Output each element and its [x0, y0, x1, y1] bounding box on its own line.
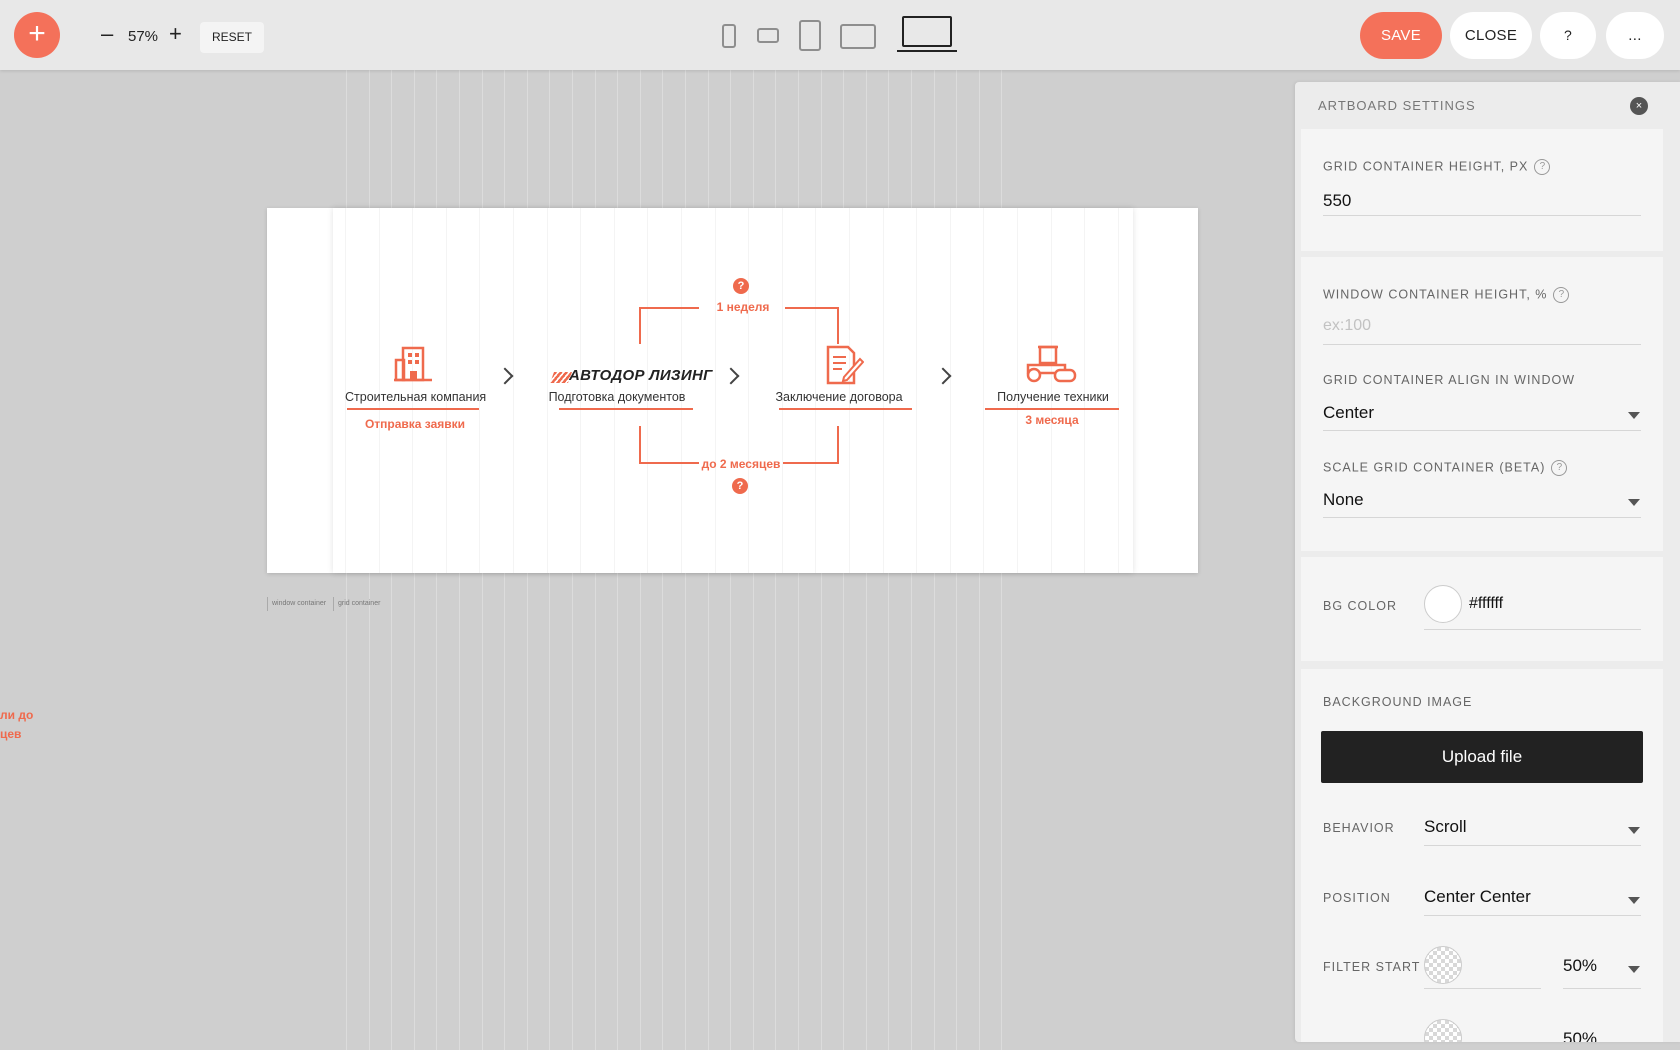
help-button[interactable]: ?	[1540, 12, 1596, 59]
grid-container-label: grid container	[333, 597, 380, 611]
chevron-right-icon	[496, 367, 514, 385]
offscreen-text: ли до	[0, 708, 34, 722]
panel-title: ARTBOARD SETTINGS	[1318, 98, 1476, 113]
step-underline	[347, 408, 479, 410]
duration-bracket-top	[639, 307, 699, 344]
filter-end-opacity-select[interactable]: 50%	[1563, 1029, 1597, 1042]
help-icon[interactable]: ?	[1553, 287, 1570, 303]
save-button[interactable]: SAVE	[1360, 12, 1442, 59]
align-label: GRID CONTAINER ALIGN IN WINDOW	[1323, 373, 1575, 387]
step-underline	[779, 408, 912, 410]
caret-down-icon[interactable]	[1628, 897, 1640, 904]
roller-truck-icon	[1025, 343, 1077, 388]
chevron-right-icon	[722, 367, 740, 385]
position-select[interactable]: Center Center	[1424, 887, 1531, 907]
filter-start-label: FILTER START	[1323, 960, 1421, 974]
input-underline	[1323, 215, 1641, 216]
help-icon[interactable]: ?	[1534, 159, 1551, 175]
bg-image-card: BACKGROUND IMAGE Upload file BEHAVIOR Sc…	[1301, 669, 1663, 1042]
grid-column-guide	[983, 208, 985, 573]
bg-color-card: BG COLOR #ffffff	[1301, 557, 1663, 661]
offscreen-text: цев	[0, 727, 22, 741]
step-underline	[985, 408, 1119, 410]
input-underline	[1323, 517, 1641, 518]
brand-logo-text: АВТОДОР ЛИЗИНГ	[569, 367, 713, 384]
window-container-label: window container	[267, 597, 326, 611]
caret-down-icon[interactable]	[1628, 827, 1640, 834]
step-label: Строительная компания	[345, 390, 487, 404]
behavior-select[interactable]: Scroll	[1424, 817, 1467, 837]
scale-label: SCALE GRID CONTAINER (BETA)?	[1323, 460, 1568, 476]
step-sub-label: Отправка заявки	[364, 417, 466, 431]
window-height-input[interactable]	[1323, 317, 1623, 335]
input-underline	[1424, 629, 1641, 630]
bg-color-label: BG COLOR	[1323, 599, 1397, 613]
input-underline	[1563, 988, 1641, 989]
step-label: Получение техники	[997, 390, 1109, 404]
step-underline	[559, 408, 693, 410]
help-icon[interactable]: ?	[1551, 460, 1568, 476]
step-label: Подготовка документов	[548, 390, 686, 404]
document-icon	[824, 345, 865, 390]
filter-end-color-swatch[interactable]	[1424, 1019, 1462, 1042]
phone-portrait-icon[interactable]	[722, 24, 736, 48]
artboard-settings-panel: ARTBOARD SETTINGS × GRID CONTAINER HEIGH…	[1295, 82, 1680, 1042]
input-underline	[1424, 845, 1641, 846]
input-underline	[1424, 988, 1541, 989]
filter-start-color-swatch[interactable]	[1424, 946, 1462, 984]
behavior-label: BEHAVIOR	[1323, 821, 1395, 835]
grid-column-guide	[1117, 208, 1119, 573]
close-button[interactable]: CLOSE	[1450, 12, 1532, 59]
align-select[interactable]: Center	[1323, 403, 1374, 423]
scale-select[interactable]: None	[1323, 490, 1364, 510]
position-label: POSITION	[1323, 891, 1391, 905]
tablet-portrait-icon[interactable]	[799, 20, 821, 51]
help-marker-icon[interactable]: ?	[732, 478, 748, 494]
bg-image-label: BACKGROUND IMAGE	[1323, 695, 1473, 709]
close-icon[interactable]: ×	[1630, 97, 1648, 115]
caret-down-icon[interactable]	[1628, 966, 1640, 973]
duration-bracket-top	[785, 307, 839, 344]
duration-bracket-bottom	[639, 426, 699, 464]
zoom-out-button[interactable]: –	[101, 23, 113, 45]
step-label: Заключение договора	[775, 390, 903, 404]
color-swatch[interactable]	[1424, 585, 1462, 623]
step-sub-label: 3 месяца	[1025, 413, 1079, 427]
grid-height-label: GRID CONTAINER HEIGHT, PX?	[1323, 159, 1551, 175]
phone-landscape-icon[interactable]	[757, 28, 779, 43]
zoom-in-button[interactable]: +	[169, 23, 182, 45]
window-settings-card: WINDOW CONTAINER HEIGHT, %? GRID CONTAIN…	[1301, 257, 1663, 551]
desktop-icon[interactable]	[897, 16, 957, 54]
caret-down-icon[interactable]	[1628, 412, 1640, 419]
tablet-landscape-icon[interactable]	[840, 24, 876, 49]
filter-start-opacity-select[interactable]: 50%	[1563, 956, 1597, 976]
input-underline	[1424, 915, 1641, 916]
zoom-level: 57%	[128, 28, 159, 45]
grid-height-card: GRID CONTAINER HEIGHT, PX? 550	[1301, 129, 1663, 251]
help-marker-icon[interactable]: ?	[733, 278, 749, 294]
window-height-label: WINDOW CONTAINER HEIGHT, %?	[1323, 287, 1570, 303]
grid-column-guide	[513, 208, 514, 573]
duration-bracket-bottom	[783, 426, 839, 464]
grid-container[interactable]: Строительная компания Отправка заявки АВ…	[333, 208, 1133, 573]
building-icon	[394, 344, 432, 387]
input-underline	[1323, 344, 1641, 345]
grid-column-guide	[714, 208, 716, 573]
duration-label-bottom: до 2 месяцев	[701, 457, 781, 471]
artboard-window-container[interactable]: Строительная компания Отправка заявки АВ…	[267, 208, 1198, 573]
caret-down-icon[interactable]	[1628, 499, 1640, 506]
top-toolbar: + – 57% + RESET SAVE CLOSE ? ...	[0, 0, 1680, 70]
more-options-button[interactable]: ...	[1606, 12, 1664, 59]
input-underline	[1323, 430, 1641, 431]
grid-column-guide	[748, 208, 750, 573]
upload-file-button[interactable]: Upload file	[1321, 731, 1643, 783]
grid-column-guide	[916, 208, 918, 573]
duration-label-top: 1 неделя	[716, 300, 770, 314]
bg-color-input[interactable]: #ffffff	[1469, 595, 1503, 613]
reset-zoom-button[interactable]: RESET	[200, 22, 264, 53]
grid-height-input[interactable]: 550	[1323, 191, 1351, 211]
grid-column-guide	[949, 208, 951, 573]
add-block-button[interactable]: +	[14, 12, 60, 58]
